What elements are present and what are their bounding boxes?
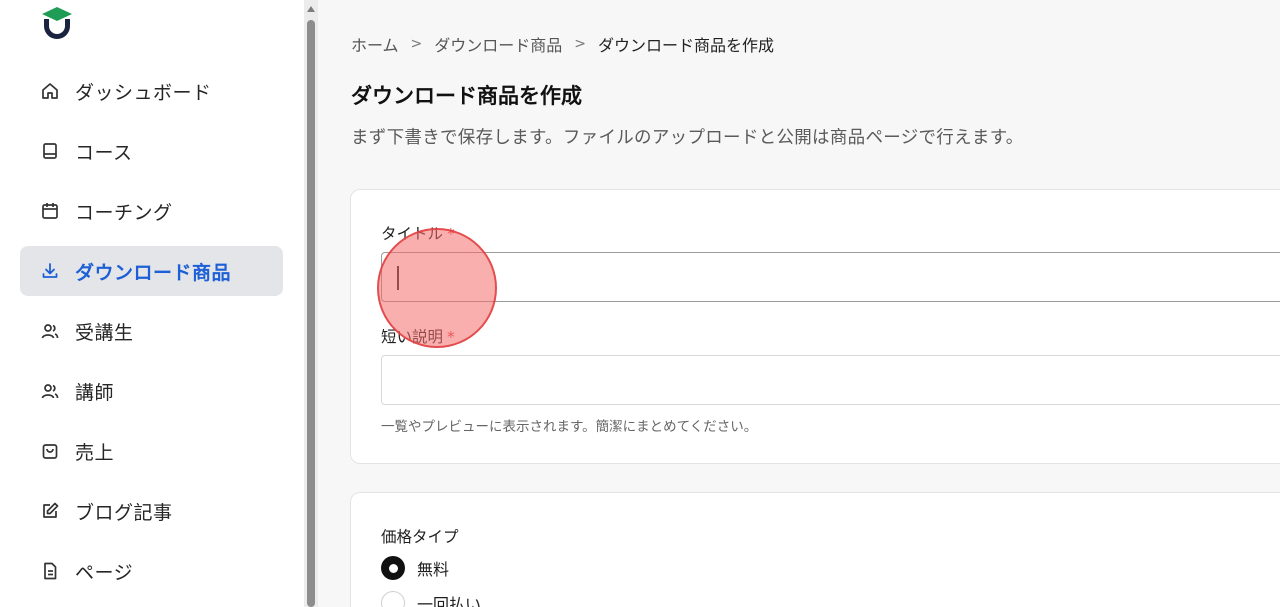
required-mark: *	[447, 225, 455, 243]
scroll-up-arrow-icon[interactable]	[307, 6, 315, 12]
radio-button-unchecked[interactable]	[381, 591, 405, 607]
sidebar-item-label: 受講生	[75, 321, 134, 344]
sidebar-item-label: ブログ記事	[75, 501, 173, 524]
sidebar-item-label: 売上	[75, 441, 115, 464]
sidebar-item-label: コース	[75, 141, 133, 164]
book-icon	[40, 141, 60, 161]
main-content: ホーム > ダウンロード商品 > ダウンロード商品を作成 ダウンロード商品を作成…	[318, 0, 1280, 607]
short-description-help: 一覧やプレビューに表示されます。簡潔にまとめてください。	[381, 419, 758, 435]
radio-button-checked[interactable]	[381, 556, 405, 580]
price-option-one-time[interactable]: 一回払い	[381, 591, 481, 607]
sidebar-item-label: コーチング	[75, 201, 173, 224]
sidebar-item-label: 講師	[75, 381, 115, 404]
scrollbar-thumb[interactable]	[307, 20, 315, 607]
breadcrumb-parent-link[interactable]: ダウンロード商品	[434, 32, 562, 56]
download-icon	[40, 261, 60, 281]
short-description-input[interactable]	[381, 355, 1280, 405]
sidebar: ダッシュボード コース コーチング ダウンロード商品 受講生 講師 売上 ブログ…	[0, 0, 304, 607]
users-icon	[40, 381, 60, 401]
sidebar-nav: ダッシュボード コース コーチング ダウンロード商品 受講生 講師 売上 ブログ…	[20, 66, 283, 606]
required-mark: *	[447, 328, 455, 346]
sidebar-item-label: ダッシュボード	[75, 81, 212, 104]
short-description-field-label: 短い説明 *	[381, 325, 455, 347]
app-root: ダッシュボード コース コーチング ダウンロード商品 受講生 講師 売上 ブログ…	[0, 0, 1280, 607]
sidebar-item-sales[interactable]: 売上	[20, 426, 283, 476]
title-label-text: タイトル	[381, 225, 444, 243]
page-title: ダウンロード商品を作成	[351, 84, 582, 108]
sidebar-scrollbar[interactable]	[304, 0, 318, 607]
graduation-cap-logo-icon[interactable]	[38, 4, 76, 40]
chevron-right-icon: >	[410, 36, 423, 52]
breadcrumb-home-link[interactable]: ホーム	[351, 32, 399, 56]
sidebar-item-coaching[interactable]: コーチング	[20, 186, 283, 236]
breadcrumb-current: ダウンロード商品を作成	[598, 36, 775, 55]
sidebar-item-label: ページ	[75, 561, 134, 584]
basic-info-card: タイトル * 短い説明 * 一覧やプレビューに表示されます。簡潔にまとめてください。	[350, 189, 1280, 464]
home-icon	[40, 81, 60, 101]
calendar-icon	[40, 201, 60, 221]
shopping-bag-icon	[40, 441, 60, 461]
sidebar-item-label: ダウンロード商品	[75, 261, 232, 284]
sidebar-item-courses[interactable]: コース	[20, 126, 283, 176]
chevron-right-icon: >	[574, 36, 587, 52]
text-caret	[397, 266, 399, 290]
sidebar-item-instructors[interactable]: 講師	[20, 366, 283, 416]
short-description-label-text: 短い説明	[381, 328, 444, 346]
sidebar-item-dashboard[interactable]: ダッシュボード	[20, 66, 283, 116]
sidebar-item-pages[interactable]: ページ	[20, 546, 283, 596]
title-field-label: タイトル *	[381, 222, 455, 244]
sidebar-item-students[interactable]: 受講生	[20, 306, 283, 356]
breadcrumb: ホーム > ダウンロード商品 > ダウンロード商品を作成	[351, 32, 774, 56]
page-description: まず下書きで保存します。ファイルのアップロードと公開は商品ページで行えます。	[351, 128, 1024, 148]
pricing-card: 価格タイプ 無料 一回払い	[350, 492, 1280, 607]
price-type-label: 価格タイプ	[381, 528, 459, 546]
sidebar-item-blog-posts[interactable]: ブログ記事	[20, 486, 283, 536]
price-option-free[interactable]: 無料	[381, 556, 449, 580]
users-icon	[40, 321, 60, 341]
price-option-label: 一回払い	[417, 595, 482, 607]
title-input[interactable]	[381, 252, 1280, 302]
edit-icon	[40, 501, 60, 521]
document-icon	[40, 561, 60, 581]
price-option-label: 無料	[417, 560, 450, 579]
sidebar-item-downloads[interactable]: ダウンロード商品	[20, 246, 283, 296]
